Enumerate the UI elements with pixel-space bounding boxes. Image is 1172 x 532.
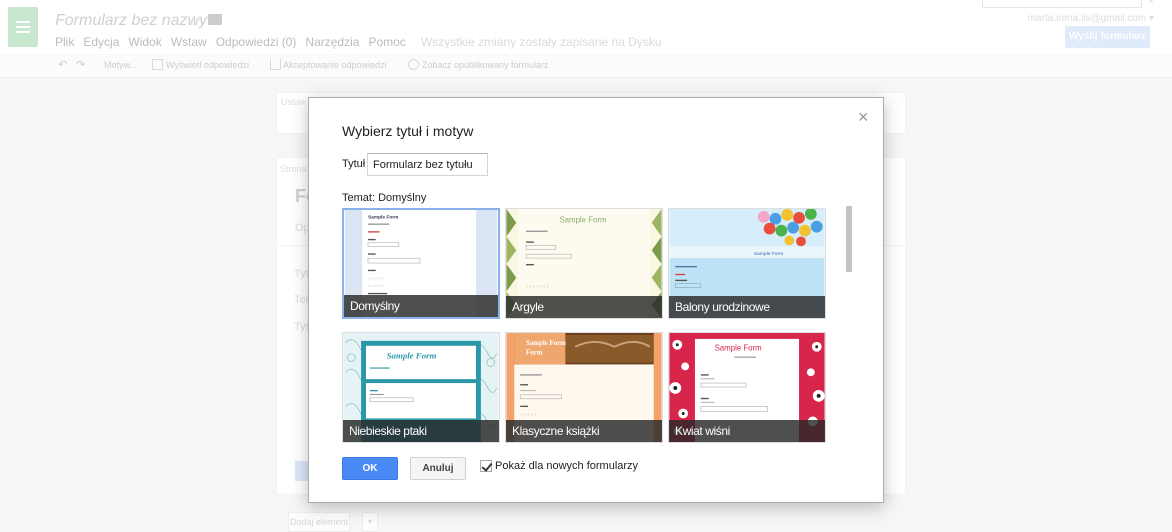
theme-dialog: Wybierz tytuł i motyw × Tytuł Temat: Dom…	[308, 97, 884, 503]
form-title-input[interactable]	[367, 153, 488, 176]
svg-text:Sample Form: Sample Form	[559, 216, 607, 225]
theme-name: Balony urodzinowe	[669, 296, 825, 318]
theme-name: Argyle	[506, 296, 662, 318]
theme-name: Domyślny	[344, 295, 498, 317]
svg-text:Sample Form: Sample Form	[526, 340, 566, 347]
svg-text:○ ○ ○ ○ ○: ○ ○ ○ ○ ○	[520, 411, 536, 416]
show-for-new-forms-checkbox[interactable]	[480, 460, 492, 472]
dialog-title: Wybierz tytuł i motyw	[342, 123, 474, 139]
theme-name: Niebieskie ptaki	[343, 420, 499, 442]
theme-birthday-balloons[interactable]: Sample Form Balony urodzinowe	[668, 208, 826, 319]
theme-name: Klasyczne książki	[506, 420, 662, 442]
close-icon[interactable]: ×	[858, 108, 869, 126]
svg-text:○ ○ ○ ○ ○: ○ ○ ○ ○ ○	[368, 284, 384, 288]
scrollbar-thumb[interactable]	[846, 206, 852, 272]
theme-default[interactable]: Sample Form ○ ○ ○ ○ ○ ○ ○ ○ ○ ○ Domyślny	[342, 208, 500, 319]
svg-text:Sample Form: Sample Form	[368, 215, 398, 221]
title-label: Tytuł	[342, 158, 366, 170]
theme-scrollbar[interactable]	[844, 206, 853, 272]
svg-text:○ ○ ○ ○ ○ ○ ○: ○ ○ ○ ○ ○ ○ ○	[526, 284, 549, 289]
theme-blue-birds[interactable]: Sample Form Niebieskie ptaki	[342, 332, 500, 443]
show-for-new-forms-label: Pokaż dla nowych formularzy	[495, 460, 639, 472]
cancel-button[interactable]: Anuluj	[410, 457, 466, 480]
svg-text:Sample Form: Sample Form	[387, 351, 437, 361]
theme-classic-books[interactable]: Sample Form Form ○ ○ ○ ○ ○ Klasyczne ksi…	[505, 332, 663, 443]
svg-text:Sample Form: Sample Form	[754, 251, 783, 257]
show-for-new-forms-option[interactable]: Pokaż dla nowych formularzy	[480, 460, 638, 472]
theme-argyle[interactable]: Sample Form ○ ○ ○ ○ ○ ○ ○ Argyle	[505, 208, 663, 319]
theme-grid: Sample Form ○ ○ ○ ○ ○ ○ ○ ○ ○ ○ Domyślny	[342, 208, 844, 444]
ok-button[interactable]: OK	[342, 457, 398, 480]
theme-cherry-blossom[interactable]: Sample Form ○ ○ ○ ○ ○ Kwiat wiśni	[668, 332, 826, 443]
svg-text:Sample Form: Sample Form	[715, 344, 763, 353]
theme-name: Kwiat wiśni	[669, 420, 825, 442]
svg-text:○ ○ ○ ○ ○: ○ ○ ○ ○ ○	[368, 276, 384, 280]
svg-text:Form: Form	[526, 350, 543, 357]
current-theme-label: Temat: Domyślny	[342, 192, 427, 204]
